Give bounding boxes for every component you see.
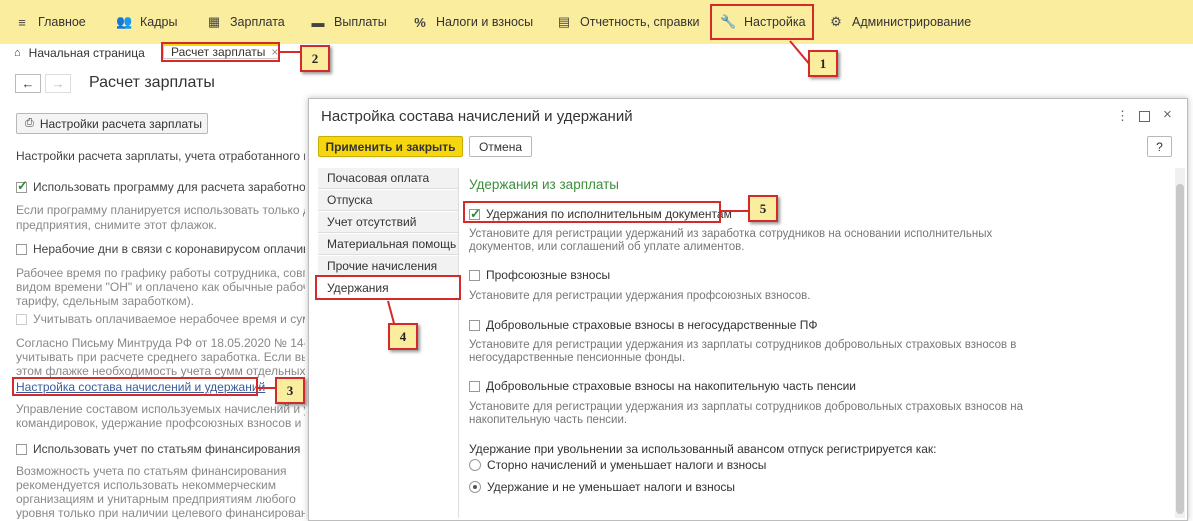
highlight-accruals-link (12, 377, 258, 396)
highlight-deductions-nav (315, 275, 461, 300)
percent-icon: % (414, 14, 426, 30)
menu-main[interactable]: ≡ Главное (14, 0, 86, 44)
callout-badge-4: 4 (388, 323, 418, 350)
nav-absences[interactable]: Учет отсутствий (318, 212, 458, 233)
accruals-deductions-dialog: Настройка состава начислений и удержаний… (308, 98, 1188, 521)
nav-vacations[interactable]: Отпуска (318, 190, 458, 211)
checkbox-icon (16, 244, 27, 255)
back-button[interactable]: ← (15, 74, 41, 93)
checkbox-icon (469, 270, 480, 281)
hamburger-icon: ≡ (18, 14, 26, 30)
checkbox-checked-icon (16, 179, 28, 193)
calculator-icon: ▦ (207, 14, 221, 29)
connector-5 (721, 210, 748, 212)
checkbox-icon (469, 381, 480, 392)
radio-storno[interactable]: Сторно начислений и уменьшает налоги и в… (469, 458, 766, 472)
home-icon: ⌂ (14, 46, 21, 59)
salary-settings-page: ← → Расчет зарплаты ⎙ Настройки расчета з… (0, 62, 305, 519)
callout-badge-1: 1 (808, 50, 838, 77)
arrow-left-icon: ← (21, 76, 35, 91)
voluntary-pension-checkbox[interactable]: Добровольные страховые взносы на накопит… (469, 379, 856, 393)
union-fees-checkbox[interactable]: Профсоюзные взносы (469, 268, 610, 282)
funding-articles-checkbox[interactable]: Использовать учет по статьям финансирова… (16, 443, 300, 456)
highlight-salary-tab (161, 42, 280, 62)
arrow-right-icon: → (51, 76, 65, 91)
tab-home[interactable]: ⌂ Начальная страница (14, 44, 145, 61)
menu-reports[interactable]: ▤ Отчетность, справки (556, 0, 700, 44)
salary-settings-button[interactable]: ⎙ Настройки расчета зарплаты (16, 113, 208, 134)
report-icon: ▤ (557, 14, 571, 29)
checkbox-disabled-icon (16, 314, 27, 325)
dialog-title: Настройка состава начислений и удержаний (321, 108, 633, 125)
settings-description: Настройки расчета зарплаты, учета отрабо… (16, 149, 305, 163)
wallet-icon: ▬ (311, 14, 325, 30)
menu-hr[interactable]: 👥 Кадры (116, 0, 177, 44)
dismissal-question: Удержание при увольнении за использованн… (469, 442, 937, 456)
nav-financial-aid[interactable]: Материальная помощь (318, 234, 458, 255)
top-menu-bar: ≡ Главное 👥 Кадры ▦ Зарплата ▬ Выплаты % Нало… (0, 0, 1193, 44)
highlight-settings-menu (710, 4, 814, 40)
menu-payments[interactable]: ▬ Выплаты (310, 0, 387, 44)
gear-icon: ⚙ (830, 14, 842, 29)
checkbox-icon (469, 320, 480, 331)
menu-admin[interactable]: ⚙ Администрирование (828, 0, 971, 44)
callout-badge-3: 3 (275, 377, 305, 404)
highlight-writ-checkbox (463, 201, 721, 223)
scrollbar-thumb[interactable] (1176, 184, 1184, 514)
voluntary-npf-checkbox[interactable]: Добровольные страховые взносы в негосуда… (469, 318, 818, 332)
help-button[interactable]: ? (1147, 136, 1172, 157)
use-program-checkbox[interactable]: Использовать программу для расчета зараб… (16, 179, 305, 194)
menu-salary[interactable]: ▦ Зарплата (206, 0, 285, 44)
checkbox-icon (16, 444, 27, 455)
close-icon[interactable]: × (1163, 106, 1172, 123)
radio-deduction[interactable]: Удержание и не уменьшает налоги и взносы (469, 480, 735, 494)
scrollbar[interactable] (1175, 168, 1185, 518)
nav-hourly-pay[interactable]: Почасовая оплата (318, 168, 458, 189)
coronavirus-days-checkbox[interactable]: Нерабочие дни в связи с коронавирусом оп… (16, 243, 305, 256)
forward-button[interactable]: → (45, 74, 71, 93)
printer-icon: ⎙ (25, 117, 34, 129)
people-icon: 👥 (116, 14, 133, 29)
nonworking-time-checkbox[interactable]: Учитывать оплачиваемое нерабочее время и… (16, 313, 305, 326)
radio-icon (469, 459, 481, 471)
menu-taxes[interactable]: % Налоги и взносы (412, 0, 533, 44)
connector-2 (280, 51, 300, 53)
maximize-icon[interactable] (1139, 111, 1150, 122)
section-title: Удержания из зарплаты (469, 177, 619, 192)
nav-other-accruals[interactable]: Прочие начисления (318, 256, 458, 277)
page-title: Расчет зарплаты (89, 74, 215, 91)
more-icon[interactable]: ⋮ (1116, 108, 1129, 124)
apply-close-button[interactable]: Применить и закрыть (318, 136, 463, 157)
connector-3 (258, 387, 275, 389)
callout-badge-2: 2 (300, 45, 330, 72)
radio-selected-icon (469, 481, 481, 493)
callout-badge-5: 5 (748, 195, 778, 222)
cancel-button[interactable]: Отмена (469, 136, 532, 157)
